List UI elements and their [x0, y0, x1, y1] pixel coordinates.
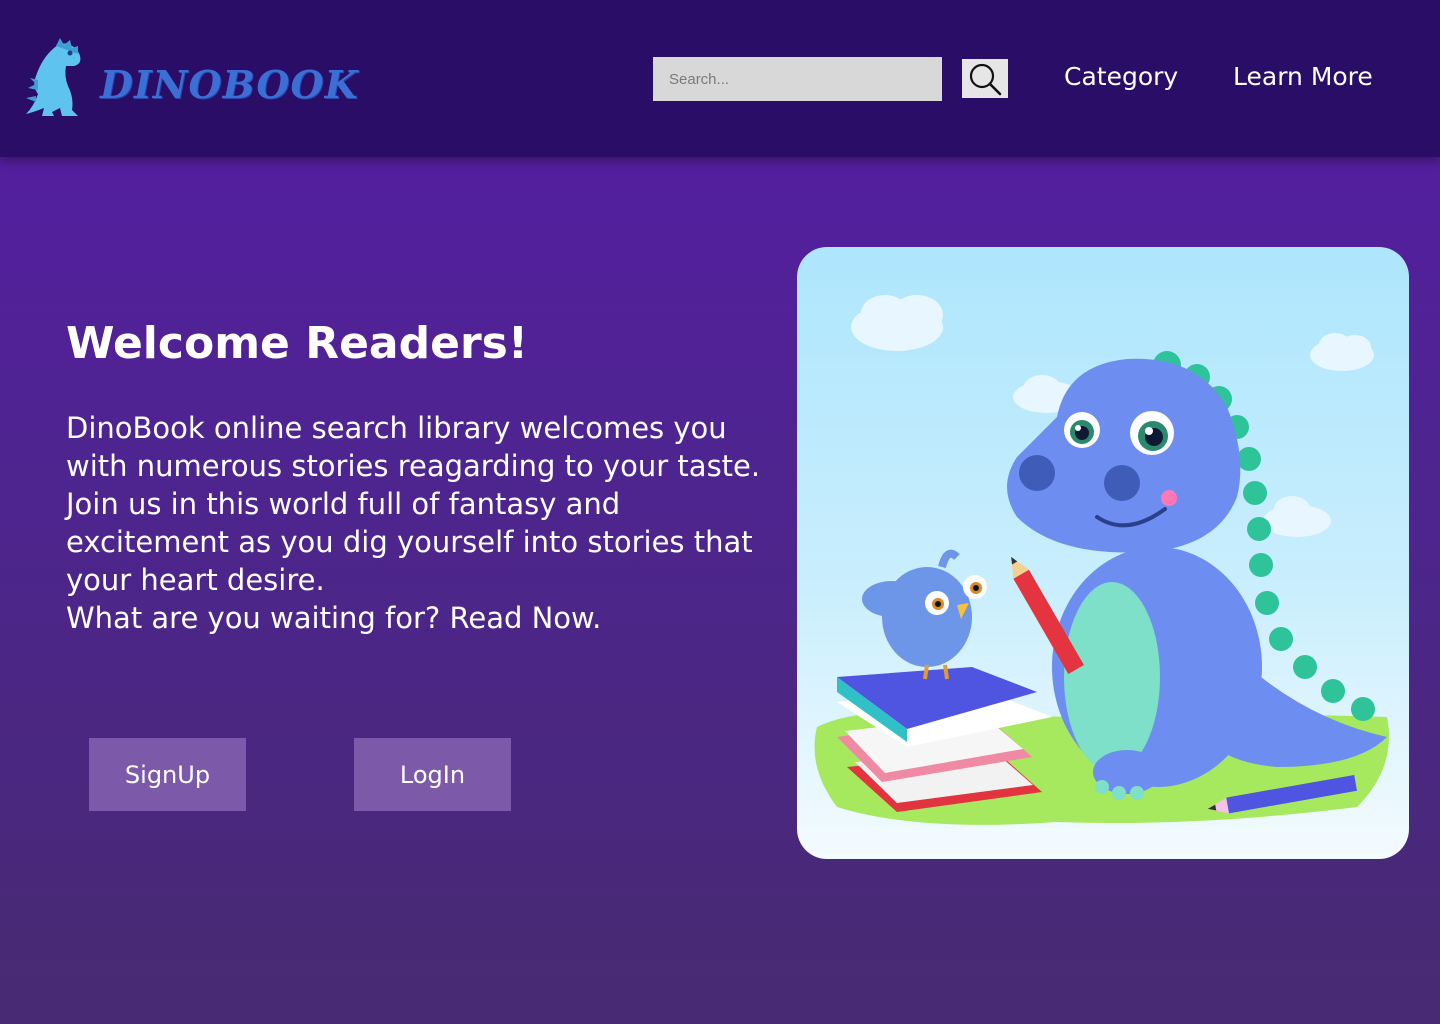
- bird-icon: [862, 549, 987, 680]
- top-header: DINOBOOK Category Learn More: [0, 0, 1440, 157]
- nav-category-link[interactable]: Category: [1064, 62, 1178, 91]
- search-button[interactable]: [962, 59, 1008, 98]
- signup-button[interactable]: SignUp: [89, 738, 246, 811]
- login-button[interactable]: LogIn: [354, 738, 511, 811]
- dinosaur-logo-icon: [26, 38, 81, 116]
- cloud-icon: [1310, 333, 1374, 371]
- dinobook-logo[interactable]: DINOBOOK: [16, 36, 358, 120]
- dinosaur-reading-illustration: [814, 295, 1389, 825]
- hero-description: DinoBook online search library welcomes …: [66, 409, 786, 637]
- hero-illustration: [797, 247, 1409, 859]
- nav-learn-more-link[interactable]: Learn More: [1233, 62, 1373, 91]
- hero-paragraph: DinoBook online search library welcomes …: [66, 411, 761, 483]
- hero-paragraph: What are you waiting for? Read Now.: [66, 601, 602, 635]
- brand-name: DINOBOOK: [100, 62, 359, 107]
- cloud-icon: [1263, 496, 1331, 537]
- cloud-icon: [851, 295, 943, 351]
- search-icon: [969, 63, 1002, 95]
- search-input[interactable]: [653, 57, 942, 101]
- hero-title: Welcome Readers!: [66, 318, 528, 369]
- hero-paragraph: Join us in this world full of fantasy an…: [66, 487, 753, 597]
